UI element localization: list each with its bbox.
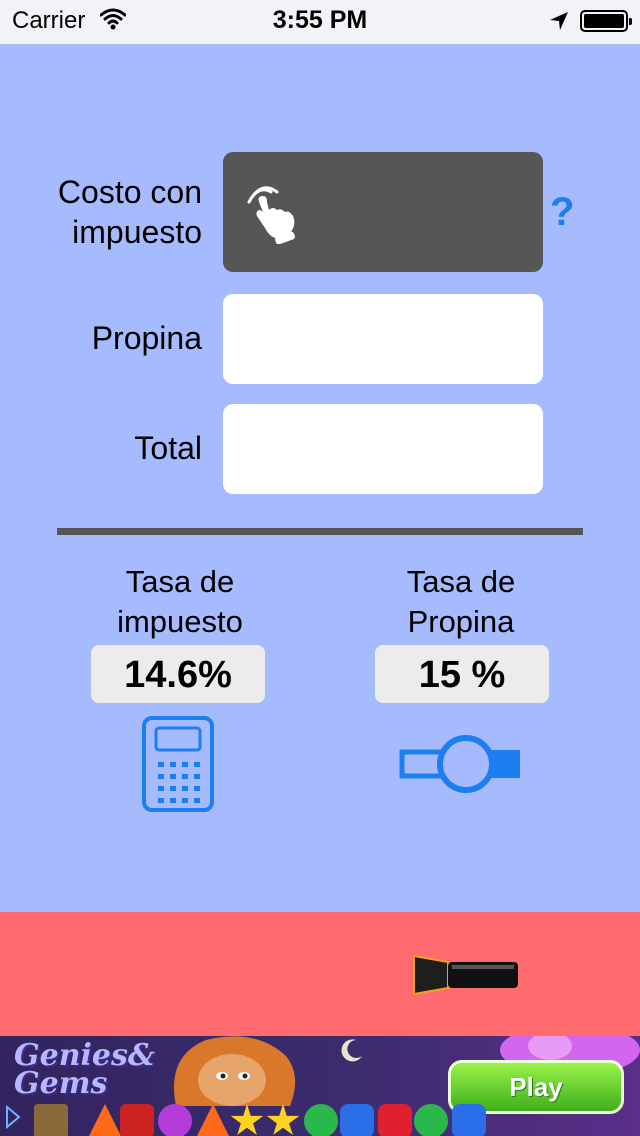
tip-rate-value[interactable]: 15 %	[375, 645, 549, 703]
gem-icon	[196, 1104, 230, 1136]
ad-title: Genies& Gems	[14, 1038, 155, 1101]
cost-input[interactable]	[223, 152, 543, 272]
location-arrow-icon	[550, 12, 568, 30]
calculator-icon[interactable]	[142, 716, 214, 812]
gem-icon	[34, 1104, 68, 1136]
gem-icon	[266, 1104, 300, 1135]
clock-time: 3:55 PM	[272, 6, 368, 34]
divider	[57, 528, 583, 535]
total-label: Total	[134, 430, 202, 466]
gem-icon	[120, 1104, 154, 1136]
gem-icon	[378, 1104, 412, 1136]
cost-label: Costo con impuesto	[57, 174, 202, 250]
slider-toggle-icon[interactable]	[398, 732, 524, 796]
genie-character-icon	[174, 1036, 296, 1106]
status-bar: Carrier 3:55 PM	[0, 0, 640, 44]
moon-icon	[341, 1039, 362, 1062]
help-button[interactable]: ?	[550, 190, 574, 235]
gem-icon	[88, 1104, 122, 1136]
gem-icon	[304, 1104, 338, 1136]
flashlight-bar	[0, 912, 640, 1036]
gem-icon	[230, 1104, 264, 1135]
touch-hand-icon	[247, 186, 295, 244]
gem-icon	[452, 1104, 486, 1136]
ad-banner[interactable]: Genies& Gems Play	[0, 1036, 640, 1136]
total-field[interactable]	[223, 404, 543, 494]
gem-icon	[414, 1104, 448, 1136]
flashlight-icon[interactable]	[412, 952, 520, 998]
tip-field[interactable]	[223, 294, 543, 384]
battery-icon	[580, 10, 632, 32]
tax-rate-value[interactable]: 14.6%	[91, 645, 265, 703]
gem-icon	[340, 1104, 374, 1136]
tip-rate-label: Tasa de Propina	[406, 564, 516, 639]
adchoices-icon[interactable]	[4, 1104, 22, 1130]
tax-rate-label: Tasa de impuesto	[117, 564, 243, 639]
tip-label: Propina	[91, 320, 202, 356]
gem-icon	[158, 1104, 192, 1136]
